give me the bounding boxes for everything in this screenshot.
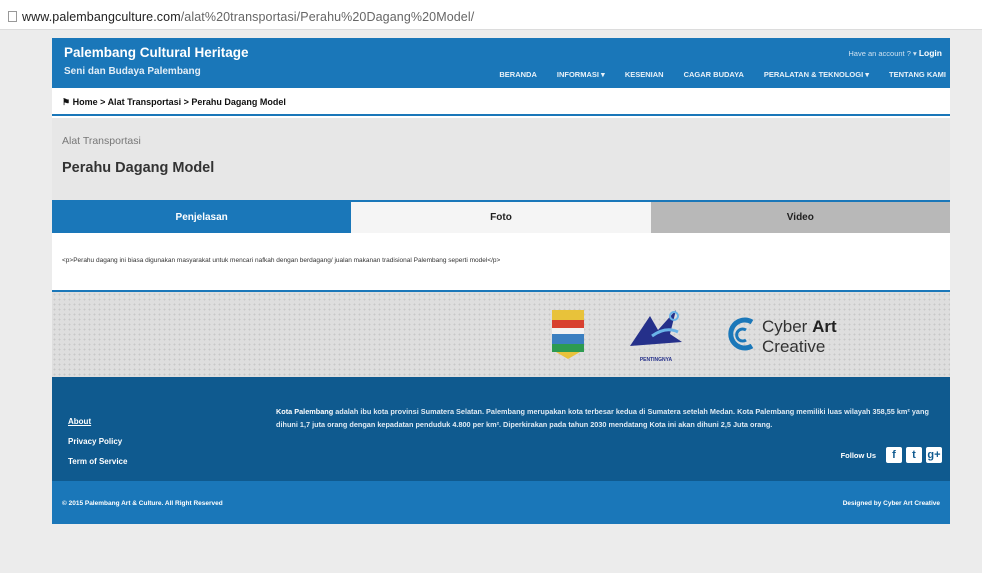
cyber-art-logo-icon	[728, 317, 754, 351]
tab-foto[interactable]: Foto	[351, 202, 651, 233]
footer-about-text: Kota Palembang adalah ibu kota provinsi …	[276, 407, 929, 429]
breadcrumb-separator: >	[100, 97, 106, 107]
breadcrumb-current: Perahu Dagang Model	[191, 97, 286, 107]
url-text[interactable]: www.palembangculture.com/alat%20transpor…	[22, 10, 474, 24]
home-icon: ⚑	[62, 97, 71, 107]
chevron-down-icon: ▾	[863, 70, 870, 79]
login-link[interactable]: Login	[919, 48, 942, 58]
sponsor-strip: PENTINGNYA Cyber Art Creative	[52, 290, 950, 377]
browser-address-bar[interactable]: www.palembangculture.com/alat%20transpor…	[0, 0, 982, 30]
main-nav: BERANDA INFORMASI ▾ KESENIAN CAGAR BUDAY…	[479, 70, 946, 79]
follow-us: Follow Us f t g+	[841, 447, 942, 463]
chevron-down-icon: ▾	[598, 70, 605, 79]
copyright-bar: © 2015 Palembang Art & Culture. All Righ…	[52, 481, 950, 524]
facebook-icon[interactable]: f	[886, 447, 902, 463]
user-icon: ▾	[913, 49, 917, 58]
page-title: Perahu Dagang Model	[62, 160, 215, 176]
palembang-city-logo	[552, 310, 584, 359]
site-brand[interactable]: Palembang Cultural Heritage	[64, 45, 249, 60]
account-area: Have an account ? ▾ Login	[848, 48, 942, 58]
nav-beranda[interactable]: BERANDA	[499, 70, 537, 79]
twitter-icon[interactable]: t	[906, 447, 922, 463]
breadcrumb-category[interactable]: Alat Transportasi	[108, 97, 182, 107]
site-tagline: Seni dan Budaya Palembang	[64, 66, 201, 77]
tab-content: <p>Perahu dagang ini biasa digunakan mas…	[52, 233, 950, 290]
ministry-emblem-icon	[630, 310, 682, 346]
copyright-text: © 2015 Palembang Art & Culture. All Righ…	[62, 500, 223, 507]
footer-link-about[interactable]: About	[68, 412, 127, 432]
footer-links: About Privacy Policy Term of Service	[68, 412, 127, 472]
ministry-logo: PENTINGNYA	[626, 306, 686, 363]
google-plus-icon[interactable]: g+	[926, 447, 942, 463]
nav-tentang-kami[interactable]: TENTANG KAMI	[889, 70, 946, 79]
page-icon	[8, 11, 17, 22]
cyber-art-creative-logo: Cyber Art Creative	[724, 314, 884, 358]
description-text: <p>Perahu dagang ini biasa digunakan mas…	[62, 257, 501, 264]
follow-label: Follow Us	[840, 450, 876, 460]
content-tabs: Penjelasan Foto Video	[52, 200, 950, 233]
page-heading: Alat Transportasi Perahu Dagang Model	[52, 118, 950, 200]
account-prompt: Have an account ?	[848, 49, 911, 58]
nav-cagar-budaya[interactable]: CAGAR BUDAYA	[684, 70, 744, 79]
page-category: Alat Transportasi	[62, 135, 141, 147]
nav-informasi[interactable]: INFORMASI ▾	[557, 70, 605, 79]
site-header: Palembang Cultural Heritage Seni dan Bud…	[52, 38, 950, 88]
footer-link-terms[interactable]: Term of Service	[68, 452, 127, 472]
site-footer: About Privacy Policy Term of Service Kot…	[52, 377, 950, 481]
designer-credit[interactable]: Designed by Cyber Art Creative	[843, 500, 940, 507]
breadcrumb-separator: >	[183, 97, 189, 107]
website: Palembang Cultural Heritage Seni dan Bud…	[52, 38, 950, 524]
nav-peralatan-teknologi[interactable]: PERALATAN & TEKNOLOGI ▾	[764, 70, 869, 79]
footer-link-privacy[interactable]: Privacy Policy	[68, 432, 127, 452]
tab-penjelasan[interactable]: Penjelasan	[52, 202, 352, 233]
breadcrumb: ⚑ Home > Alat Transportasi > Perahu Daga…	[52, 88, 950, 116]
nav-kesenian[interactable]: KESENIAN	[625, 70, 664, 79]
breadcrumb-home[interactable]: Home	[73, 97, 98, 107]
tab-video[interactable]: Video	[650, 202, 950, 233]
